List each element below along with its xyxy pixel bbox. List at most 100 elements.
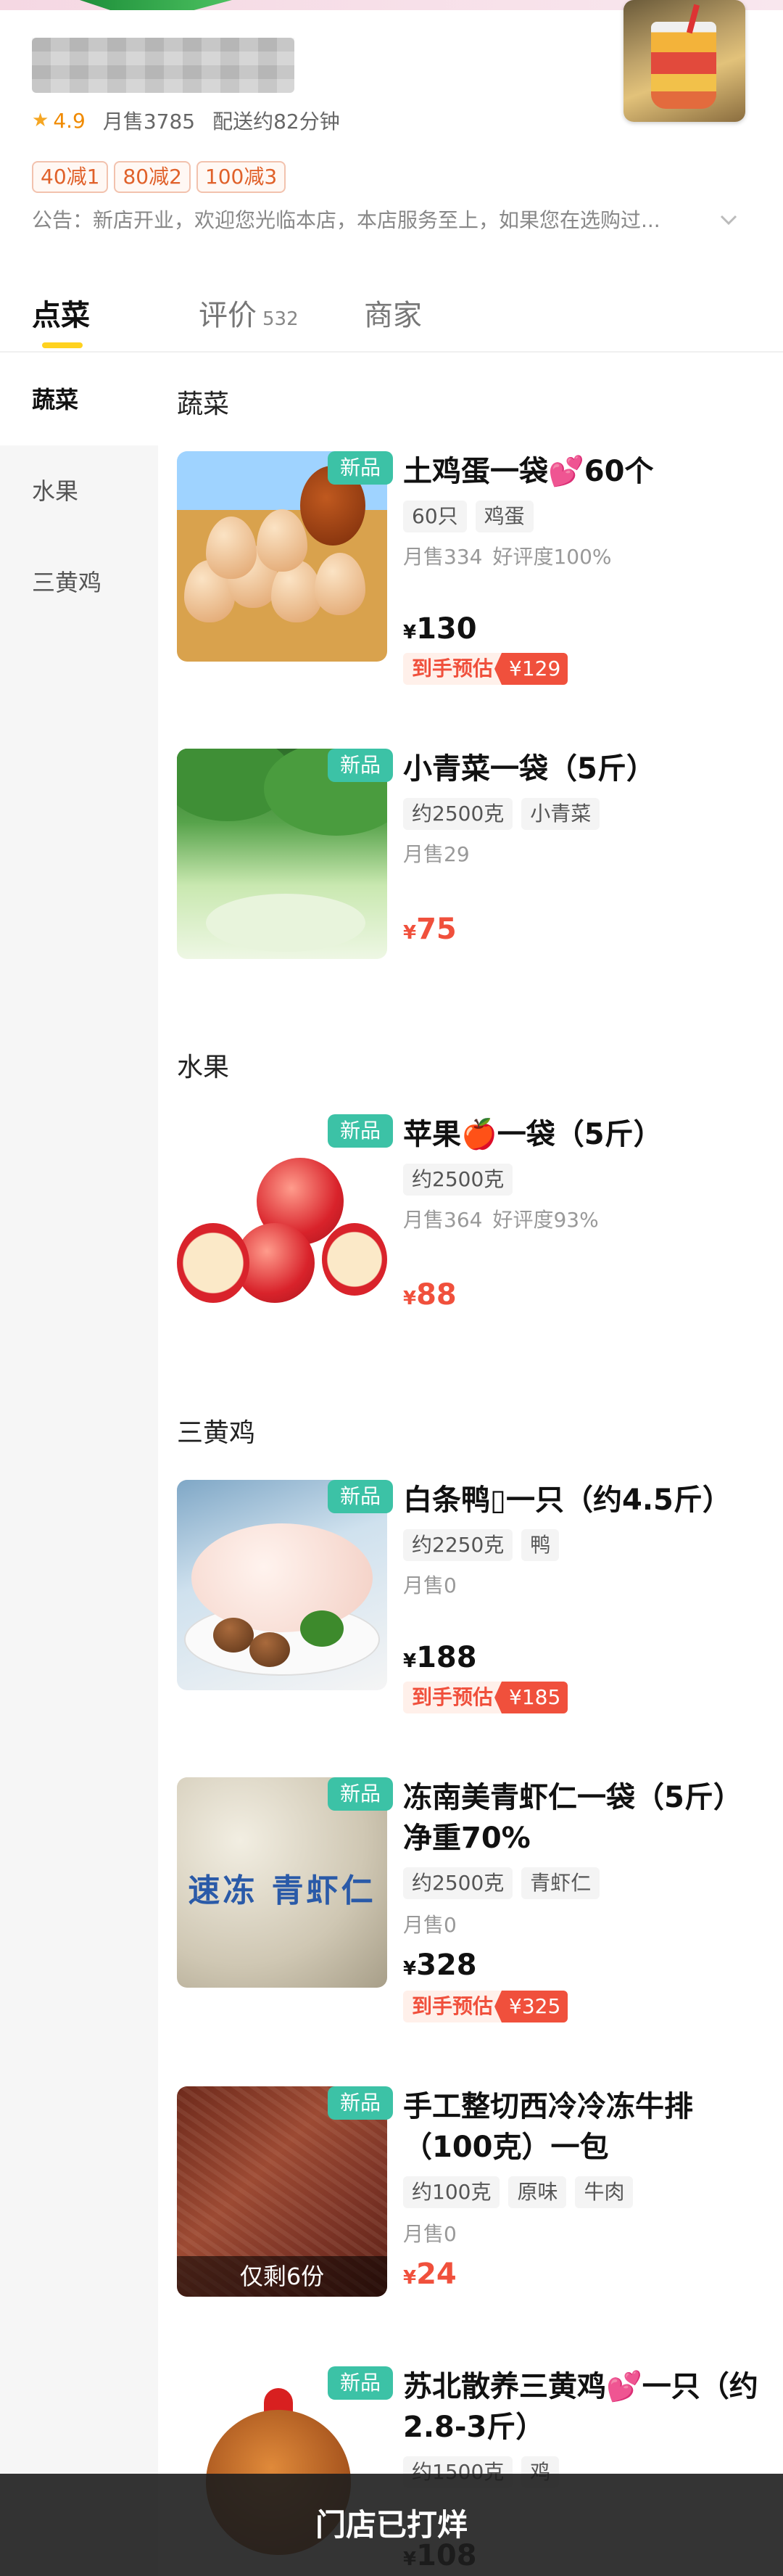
product-price: ¥188 (403, 1641, 477, 1674)
product-name[interactable]: 苹果🍎一袋（5斤） (403, 1114, 766, 1155)
product-card[interactable]: 新品 土鸡蛋一袋💕60个 60只 鸡蛋 月售334 好评度100% ¥130 到手… (177, 451, 771, 685)
product-tags: 约2500克 青虾仁 (403, 1867, 600, 1899)
product-card[interactable]: 速冻 青虾仁 新品 冻南美青虾仁一袋（5斤）净重70% 约2500克 青虾仁 月… (177, 1777, 771, 2022)
new-badge: 新品 (328, 1480, 393, 1513)
product-tags: 约100克 原味 牛肉 (403, 2176, 634, 2208)
category-title: 蔬菜 (177, 390, 230, 419)
sidebar-item-vegetables[interactable]: 蔬菜 (0, 354, 158, 445)
monthly-sold: 月售0 (403, 1913, 457, 1937)
sidebar-item-chicken[interactable]: 三黄鸡 (0, 537, 158, 628)
product-tags: 60只 鸡蛋 (403, 501, 534, 532)
promo-tag[interactable]: 40减1 (32, 161, 109, 193)
positive-rate: 好评度93% (492, 1208, 599, 1232)
chevron-down-icon[interactable] (718, 209, 740, 231)
new-badge: 新品 (328, 451, 393, 485)
product-sales: 月售0 (403, 1571, 467, 1600)
tab-reviews[interactable]: 评价 532 (199, 290, 299, 341)
product-tag: 约100克 (403, 2176, 500, 2208)
price-value: 88 (416, 1278, 457, 1312)
stock-remaining: 仅剩6份 (177, 2256, 387, 2297)
product-tag: 约2500克 (403, 1867, 513, 1899)
currency-symbol: ¥ (403, 622, 417, 643)
new-badge: 新品 (328, 1114, 393, 1148)
product-sales: 月售334 好评度100% (403, 543, 622, 572)
tab-label: 评价 (199, 299, 257, 332)
monthly-sold: 月售364 (403, 1208, 483, 1232)
tab-order[interactable]: 点菜 (32, 290, 90, 341)
price-value: 130 (416, 612, 477, 646)
monthly-sold: 月售0 (403, 1573, 457, 1597)
estimate-value: ¥185 (494, 1682, 568, 1713)
currency-symbol: ¥ (403, 1650, 417, 1672)
sidebar-item-fruit[interactable]: 水果 (0, 445, 158, 537)
product-card[interactable]: 新品 小青菜一袋（5斤） 约2500克 小青菜 月售29 ¥75 (177, 749, 771, 966)
estimate-value: ¥129 (494, 653, 568, 685)
tab-bar: 点菜 评价 532 商家 (0, 283, 783, 353)
monthly-sold: 月售0 (403, 2222, 457, 2246)
product-name[interactable]: 小青菜一袋（5斤） (403, 749, 766, 789)
new-badge: 新品 (328, 2366, 393, 2400)
product-list: 蔬菜 新品 土鸡蛋一袋💕60个 60只 鸡蛋 月售334 好评度100% ¥130… (158, 354, 783, 2576)
product-name[interactable]: 苏北散养三黄鸡💕一只（约2.8-3斤） (403, 2366, 766, 2448)
estimate-label: 到手预估 (403, 653, 502, 685)
drink-cup-image (651, 22, 716, 109)
shop-rating: 4.9 (53, 108, 86, 133)
shop-header: ★ 4.9 月售3785 配送约82分钟 40减1 80减2 100减3 公告：… (0, 0, 783, 283)
product-tag: 鸡蛋 (475, 501, 534, 532)
promo-tag[interactable]: 80减2 (114, 161, 191, 193)
tab-label: 点菜 (32, 299, 90, 332)
estimated-price: 到手预估 ¥325 (403, 1991, 568, 2022)
estimate-label: 到手预估 (403, 1991, 502, 2022)
new-badge: 新品 (328, 749, 393, 782)
category-title: 三黄鸡 (177, 1418, 256, 1448)
category-title: 水果 (177, 1053, 230, 1082)
product-sales: 月售364 好评度93% (403, 1206, 609, 1235)
product-tags: 约2500克 小青菜 (403, 798, 600, 830)
product-name[interactable]: 土鸡蛋一袋💕60个 (403, 451, 766, 492)
delivery-time: 配送约82分钟 (212, 110, 340, 133)
monthly-sales: 月售3785 (102, 110, 196, 133)
promo-tag[interactable]: 100减3 (196, 161, 286, 193)
product-card[interactable]: 新品 苹果🍎一袋（5斤） 约2500克 月售364 好评度93% ¥88 (177, 1114, 771, 1332)
store-closed-bar: 门店已打烊 (0, 2474, 783, 2576)
price-value: 75 (416, 913, 457, 946)
product-tag: 小青菜 (521, 798, 600, 830)
product-sales: 月售29 (403, 840, 480, 869)
product-tag: 鸭 (521, 1529, 560, 1561)
product-card[interactable]: 仅剩6份 新品 手工整切西冷冷冻牛排（100克）一包 约100克 原味 牛肉 月… (177, 2086, 771, 2304)
product-tag: 约2500克 (403, 798, 513, 830)
product-tag: 原味 (508, 2176, 567, 2208)
currency-symbol: ¥ (403, 2267, 417, 2289)
tab-label: 商家 (364, 299, 422, 332)
shop-stats: ★ 4.9 月售3785 配送约82分钟 (32, 106, 340, 135)
tab-active-indicator (42, 342, 83, 348)
shop-logo[interactable] (624, 0, 745, 122)
product-tag: 青虾仁 (521, 1867, 600, 1899)
shop-notice[interactable]: 公告：新店开业，欢迎您光临本店，本店服务至上，如果您在选购过... (32, 205, 699, 236)
currency-symbol: ¥ (403, 922, 417, 944)
product-price: ¥130 (403, 612, 477, 646)
currency-symbol: ¥ (403, 1288, 417, 1309)
new-badge: 新品 (328, 2086, 393, 2120)
product-name[interactable]: 白条鸭▯一只（约4.5斤） (403, 1480, 766, 1521)
package-label: 速冻 青虾仁 (188, 1872, 376, 1909)
review-count: 532 (262, 308, 299, 330)
new-badge: 新品 (328, 1777, 393, 1811)
product-tag: 60只 (403, 501, 467, 532)
product-name[interactable]: 冻南美青虾仁一袋（5斤）净重70% (403, 1777, 766, 1859)
estimated-price: 到手预估 ¥129 (403, 653, 568, 685)
tab-merchant[interactable]: 商家 (364, 290, 422, 341)
product-tags: 约2500克 (403, 1164, 513, 1196)
product-price: ¥328 (403, 1949, 477, 1982)
product-price: ¥75 (403, 913, 457, 946)
positive-rate: 好评度100% (492, 545, 612, 569)
product-card[interactable]: 新品 白条鸭▯一只（约4.5斤） 约2250克 鸭 月售0 ¥188 到手预估 … (177, 1480, 771, 1713)
product-price: ¥88 (403, 1278, 457, 1312)
currency-symbol: ¥ (403, 1958, 417, 1980)
shop-name-blurred (32, 38, 294, 93)
estimated-price: 到手预估 ¥185 (403, 1682, 568, 1713)
price-value: 328 (416, 1949, 477, 1982)
promo-list[interactable]: 40减1 80减2 100减3 (32, 161, 286, 193)
category-sidebar: 蔬菜 水果 三黄鸡 (0, 354, 158, 2576)
product-name[interactable]: 手工整切西冷冷冻牛排（100克）一包 (403, 2086, 766, 2168)
